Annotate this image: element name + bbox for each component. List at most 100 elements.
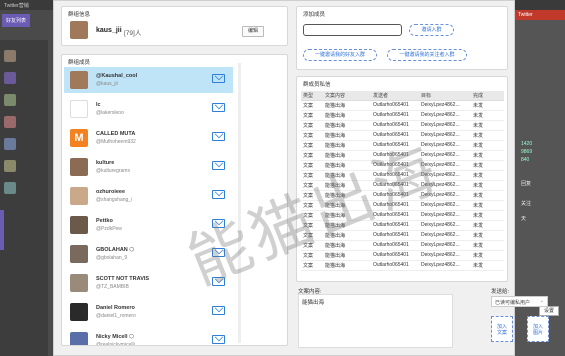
table-row[interactable]: 文案 能猫出海 Outlarho065401 DeixyLpez4862... 未发 [301, 190, 504, 201]
mail-icon[interactable] [212, 190, 225, 199]
list-item[interactable]: M CALLED MUTA @Muthoheem932 [64, 125, 233, 151]
table-cell: DeixyLpez4862... [419, 140, 471, 151]
table-row[interactable]: 文案 能猫出海 Outlarho065401 DeixyLpez4862... 未发 [301, 120, 504, 131]
table-cell: 未发 [471, 240, 504, 251]
table-row[interactable]: 文案 能猫出海 Outlarho065401 DeixyLpez4862... 未发 [301, 210, 504, 221]
list-item[interactable]: Pettko @PzdkPew [64, 212, 233, 238]
table-cell: 未发 [471, 150, 504, 161]
avatar[interactable] [4, 94, 16, 106]
table-cell: Outlarho065401 [371, 260, 419, 271]
chevron-down-icon: ⌄ [539, 298, 544, 304]
member-name: kulture [96, 160, 115, 166]
invite-friends-button[interactable]: 一键邀请我的好友入群 [303, 49, 377, 61]
settings-button[interactable]: 设置 [539, 306, 559, 316]
members-scrollbar[interactable] [238, 63, 241, 343]
sidebar-accent [0, 210, 4, 250]
avatar [70, 100, 88, 118]
mail-icon[interactable] [212, 161, 225, 170]
table-cell: Outlarho065401 [371, 240, 419, 251]
avatar[interactable] [4, 50, 16, 62]
add-image-button[interactable]: 加入 图片 [527, 316, 549, 342]
table-cell: 能猫出海 [323, 170, 371, 181]
list-item[interactable]: Daniel Romero @daniel1_romero [64, 299, 233, 325]
private-messages-panel: 群成员私信 类型 文案内容 发送者 目标 完成 文案 能猫出海 Outlarho06… [296, 76, 508, 282]
content-textarea[interactable]: 能猫出海 [298, 294, 453, 348]
table-cell: Outlarho065401 [371, 180, 419, 191]
table-row[interactable]: 文案 能猫出海 Outlarho065401 DeixyLpez4862... 未发 [301, 100, 504, 111]
table-header-row: 类型 文案内容 发送者 目标 完成 [301, 91, 504, 101]
table-cell: Outlarho065401 [371, 200, 419, 211]
table-row[interactable]: 文案 能猫出海 Outlarho065401 DeixyLpez4862... 未发 [301, 230, 504, 241]
table-cell: 文案 [301, 200, 323, 211]
table-row[interactable]: 文案 能猫出海 Outlarho065401 DeixyLpez4862... 未发 [301, 200, 504, 211]
member-name: Ic [96, 102, 101, 108]
table-cell: 未发 [471, 110, 504, 121]
member-input[interactable] [303, 24, 402, 36]
table-row[interactable]: 文案 能猫出海 Outlarho065401 DeixyLpez4862... 未发 [301, 220, 504, 231]
avatar [70, 216, 88, 234]
member-name: SCOTT NOT TRAVIS [96, 276, 150, 282]
table-cell: 未发 [471, 200, 504, 211]
mail-icon[interactable] [212, 277, 225, 286]
table-cell: 文案 [301, 150, 323, 161]
private-messages-title: 群成员私信 [303, 82, 331, 88]
group-modal: 群组信息 kaus_jii [79]人 编辑 群组成员 @Kaushal_coo… [53, 0, 549, 356]
add-text-button[interactable]: 加入 文案 [491, 316, 513, 342]
table-cell: Outlarho065401 [371, 210, 419, 221]
list-item[interactable]: Ic @lakersleoo [64, 96, 233, 122]
avatar[interactable] [4, 160, 16, 172]
list-item[interactable]: Nicky Micell ⬡ @realnickymicelli [64, 328, 233, 346]
avatar[interactable] [4, 72, 16, 84]
right-tab[interactable]: Twitter [515, 10, 565, 20]
table-row[interactable]: 文案 能猫出海 Outlarho065401 DeixyLpez4862... 未发 [301, 160, 504, 171]
member-handle: @lakersleoo [96, 110, 124, 116]
table-row[interactable]: 文案 能猫出海 Outlarho065401 DeixyLpez4862... 未发 [301, 110, 504, 121]
mail-icon[interactable] [212, 335, 225, 344]
table-cell: Outlarho065401 [371, 140, 419, 151]
table-row[interactable]: 文案 能猫出海 Outlarho065401 DeixyLpez4862... 未发 [301, 260, 504, 271]
table-cell: 能猫出海 [323, 220, 371, 231]
table-row[interactable]: 文案 能猫出海 Outlarho065401 DeixyLpez4862... 未发 [301, 180, 504, 191]
list-item[interactable]: GBOLAHAN ⬡ @gbolahan_9 [64, 241, 233, 267]
table-cell: 文案 [301, 140, 323, 151]
avatar[interactable] [4, 182, 16, 194]
table-row[interactable]: 文案 能猫出海 Outlarho065401 DeixyLpez4862... 未发 [301, 240, 504, 251]
column-header: 发送者 [371, 91, 419, 101]
mail-icon[interactable] [212, 219, 225, 228]
table-row[interactable]: 文案 能猫出海 Outlarho065401 DeixyLpez4862... 未发 [301, 150, 504, 161]
table-cell: 能猫出海 [323, 120, 371, 131]
invite-button[interactable]: 邀请入群 [409, 24, 454, 36]
invite-followers-button[interactable]: 一键邀请我的关注者入群 [387, 49, 467, 61]
list-item[interactable]: ozhuroieee @shangshang_i [64, 183, 233, 209]
table-cell: DeixyLpez4862... [419, 230, 471, 241]
avatar[interactable] [4, 138, 16, 150]
list-item[interactable]: @Kaushal_cool @kaus_jii [64, 67, 233, 93]
table-cell: DeixyLpez4862... [419, 240, 471, 251]
avatar[interactable] [4, 116, 16, 128]
mail-icon[interactable] [212, 103, 225, 112]
mail-icon[interactable] [212, 74, 225, 83]
mail-icon[interactable] [212, 132, 225, 141]
method-select[interactable]: 已读可编私用户 ⌄ [491, 296, 548, 307]
mail-icon[interactable] [212, 306, 225, 315]
table-cell: 未发 [471, 230, 504, 241]
method-select-value: 已读可编私用户 [495, 300, 531, 306]
messages-table-body: 文案 能猫出海 Outlarho065401 DeixyLpez4862... 未发 文案… [301, 100, 504, 271]
table-row[interactable]: 文案 能猫出海 Outlarho065401 DeixyLpez4862... 未发 [301, 250, 504, 261]
table-cell: 文案 [301, 180, 323, 191]
table-cell: DeixyLpez4862... [419, 220, 471, 231]
side-label: 天 [521, 216, 527, 222]
table-row[interactable]: 文案 能猫出海 Outlarho065401 DeixyLpez4862... 未发 [301, 170, 504, 181]
tab-friends[interactable]: 好友列表 [2, 14, 31, 27]
avatar [70, 274, 88, 292]
edit-button[interactable]: 编辑 [242, 26, 264, 37]
table-cell: DeixyLpez4862... [419, 120, 471, 131]
member-handle: @realnickymicelli [96, 342, 135, 346]
table-row[interactable]: 文案 能猫出海 Outlarho065401 DeixyLpez4862... 未发 [301, 140, 504, 151]
list-item[interactable]: SCOTT NOT TRAVIS @TZ_BAMBIB [64, 270, 233, 296]
list-item[interactable]: kulture @kulturegrams [64, 154, 233, 180]
table-row[interactable]: 文案 能猫出海 Outlarho065401 DeixyLpez4862... 未发 [301, 130, 504, 141]
mail-icon[interactable] [212, 248, 225, 257]
table-cell: Outlarho065401 [371, 220, 419, 231]
stat-value: 9869 [521, 149, 533, 155]
